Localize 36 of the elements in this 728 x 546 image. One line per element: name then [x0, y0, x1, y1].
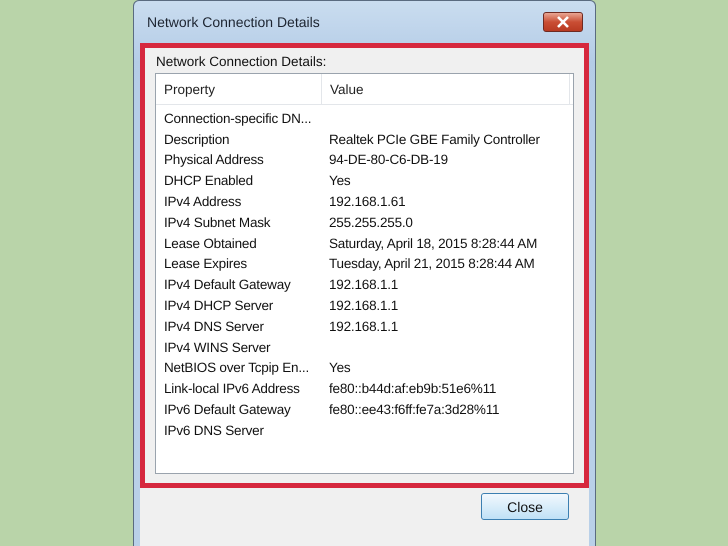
property-cell-text: Description	[164, 132, 230, 147]
value-cell-text: fe80::ee43:f6ff:fe7a:3d28%11	[329, 402, 500, 418]
value-cell-text: 192.168.1.1	[329, 277, 400, 292]
property-cell-text: Lease Expires	[164, 256, 248, 272]
property-cell-text: IPv4 Address	[164, 194, 242, 210]
property-cell-text: IPv4 DNS Server	[164, 318, 265, 334]
value-cell-text: 192.168.1.1	[329, 318, 400, 334]
close-icon	[556, 16, 570, 28]
value-cell-text: 94-DE-80-C6-DB-19	[329, 152, 449, 168]
value-cell-text: Yes	[329, 360, 352, 376]
property-cell-text: IPv4 Default Gateway	[164, 277, 292, 292]
property-cell-text: IPv6 Default Gateway	[164, 402, 292, 418]
value-cell-text: Tuesday, April 21, 2015 8:28:44 AM	[329, 256, 536, 272]
value-cell-text: 255.255.255.0	[329, 214, 414, 230]
property-cell-text: IPv4 DHCP Server	[164, 298, 274, 314]
window-title: Network Connection Details	[147, 14, 320, 30]
column-header[interactable]: Property	[156, 74, 322, 104]
property-cell-text: IPv4 Subnet Mask	[164, 214, 272, 230]
close-button[interactable]	[543, 12, 583, 32]
property-cell-text: DHCP Enabled	[164, 173, 254, 188]
value-cell-text: fe80::b44d:af:eb9b:51e6%11	[329, 381, 498, 396]
property-cell-text: NetBIOS over Tcpip En...	[164, 360, 310, 376]
value-cell-text: 192.168.1.61	[329, 194, 406, 210]
property-cell-text: Physical Address	[164, 152, 265, 168]
property-cell-text: IPv4 WINS Server	[164, 340, 272, 355]
close-dialog-button[interactable]: Close	[481, 493, 569, 520]
property-cell-text: Link-local IPv6 Address	[164, 381, 301, 396]
value-cell-text: Yes	[329, 173, 352, 188]
property-cell-text: Connection-specific DN...	[164, 110, 312, 126]
details-label: Network Connection Details:	[156, 54, 328, 69]
value-cell-text: Saturday, April 18, 2015 8:28:44 AM	[329, 236, 538, 251]
value-cell-text: Realtek PCIe GBE Family Controller	[329, 132, 541, 147]
value-cell-text: 192.168.1.1	[329, 298, 400, 314]
property-cell-text: IPv6 DNS Server	[164, 422, 265, 438]
property-cell-text: Lease Obtained	[164, 236, 258, 251]
column-header[interactable]: Value	[322, 74, 570, 104]
